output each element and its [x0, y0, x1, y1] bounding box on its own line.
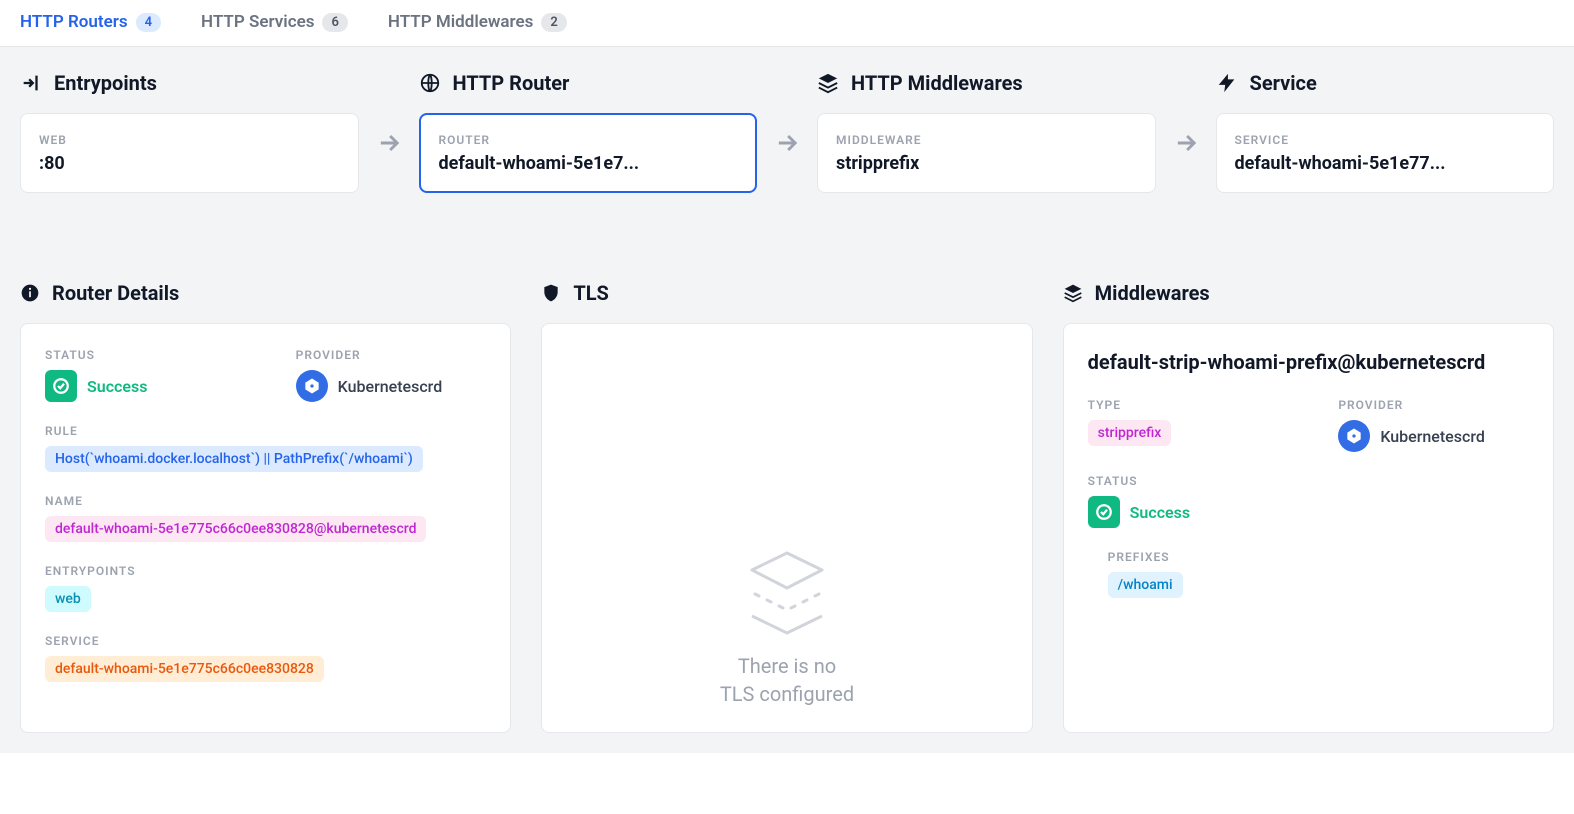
provider-row: Kubernetescrd [296, 370, 487, 402]
card-label: ROUTER [439, 133, 738, 147]
entrypoints-header: Entrypoints [20, 71, 359, 95]
middleware-card[interactable]: MIDDLEWARE stripprefix [817, 113, 1156, 193]
empty-layers-icon [737, 548, 837, 638]
shield-icon [541, 283, 561, 303]
entrypoints-label: ENTRYPOINTS [45, 564, 486, 578]
tls-panel: There is no TLS configured [541, 323, 1032, 733]
status-row: Success [45, 370, 236, 402]
info-icon [20, 283, 40, 303]
status-row: Success [1088, 496, 1529, 528]
provider-row: Kubernetescrd [1338, 420, 1529, 452]
prefixes-label: PREFIXES [1108, 550, 1529, 564]
tab-count: 6 [322, 13, 347, 32]
tls-section: TLS There is no TLS configured [541, 281, 1032, 733]
tls-empty-line1: There is no [720, 652, 854, 680]
tab-http-middlewares[interactable]: HTTP Middlewares 2 [388, 12, 567, 32]
card-label: SERVICE [1235, 133, 1536, 147]
tab-label: HTTP Routers [20, 12, 128, 32]
kubernetes-icon [296, 370, 328, 402]
flow-arrow [1156, 71, 1216, 157]
tls-empty-state: There is no TLS configured [566, 348, 1007, 708]
card-value: default-whoami-5e1e7... [439, 153, 738, 174]
entrypoints-title: Entrypoints [54, 71, 157, 95]
middlewares-panel: default-strip-whoami-prefix@kubernetescr… [1063, 323, 1554, 733]
entrypoint-chip: web [45, 586, 91, 612]
flow-panel: Entrypoints WEB :80 HTTP Router ROUTER d… [0, 47, 1574, 241]
router-card[interactable]: ROUTER default-whoami-5e1e7... [419, 113, 758, 193]
status-text: Success [87, 377, 147, 396]
tab-count: 4 [136, 13, 161, 32]
bolt-icon [1216, 72, 1238, 94]
name-chip: default-whoami-5e1e775c66c0ee830828@kube… [45, 516, 426, 542]
card-label: MIDDLEWARE [836, 133, 1137, 147]
name-label: NAME [45, 494, 486, 508]
card-value: :80 [39, 153, 340, 174]
section-title: Middlewares [1095, 281, 1210, 305]
arrow-right-icon [773, 129, 801, 157]
section-title: TLS [573, 281, 609, 305]
router-details-header: Router Details [20, 281, 511, 305]
kubernetes-icon [1338, 420, 1370, 452]
details-grid: Router Details STATUS Success PROVIDER [0, 241, 1574, 753]
router-details-panel: STATUS Success PROVIDER Kubernete [20, 323, 511, 733]
layers-icon [1063, 283, 1083, 303]
globe-icon [419, 72, 441, 94]
router-header: HTTP Router [419, 71, 758, 95]
provider-label: PROVIDER [1338, 398, 1529, 412]
success-icon [1088, 496, 1120, 528]
middlewares-header: Middlewares [1063, 281, 1554, 305]
card-value: stripprefix [836, 153, 1137, 174]
status-label: STATUS [45, 348, 236, 362]
router-title: HTTP Router [453, 71, 570, 95]
type-chip: stripprefix [1088, 420, 1172, 446]
tls-header: TLS [541, 281, 1032, 305]
service-header: Service [1216, 71, 1555, 95]
provider-text: Kubernetescrd [1380, 427, 1485, 446]
entrypoint-icon [20, 72, 42, 94]
arrow-right-icon [375, 129, 403, 157]
card-value: default-whoami-5e1e77... [1235, 153, 1536, 174]
provider-label: PROVIDER [296, 348, 487, 362]
middleware-name: default-strip-whoami-prefix@kubernetescr… [1088, 348, 1529, 376]
flow-arrow [757, 71, 817, 157]
tab-count: 2 [541, 13, 566, 32]
rule-label: RULE [45, 424, 486, 438]
section-title: Router Details [52, 281, 179, 305]
status-label: STATUS [1088, 474, 1529, 488]
service-label: SERVICE [45, 634, 486, 648]
prefix-chip: /whoami [1108, 572, 1183, 598]
flow-col-service: Service SERVICE default-whoami-5e1e77... [1216, 71, 1555, 193]
middlewares-header: HTTP Middlewares [817, 71, 1156, 95]
middlewares-title: HTTP Middlewares [851, 71, 1023, 95]
tab-label: HTTP Services [201, 12, 314, 32]
tab-http-routers[interactable]: HTTP Routers 4 [20, 12, 161, 32]
tabs-bar: HTTP Routers 4 HTTP Services 6 HTTP Midd… [0, 0, 1574, 47]
flow-arrow [359, 71, 419, 157]
flow-col-entrypoints: Entrypoints WEB :80 [20, 71, 359, 193]
layers-icon [817, 72, 839, 94]
success-icon [45, 370, 77, 402]
card-label: WEB [39, 133, 340, 147]
rule-chip: Host(`whoami.docker.localhost`) || PathP… [45, 446, 423, 472]
service-title: Service [1250, 71, 1317, 95]
tab-label: HTTP Middlewares [388, 12, 534, 32]
tab-http-services[interactable]: HTTP Services 6 [201, 12, 348, 32]
tls-empty-text: There is no TLS configured [720, 652, 854, 708]
arrow-right-icon [1172, 129, 1200, 157]
flow-col-router: HTTP Router ROUTER default-whoami-5e1e7.… [419, 71, 758, 193]
middlewares-section: Middlewares default-strip-whoami-prefix@… [1063, 281, 1554, 733]
flow-col-middlewares: HTTP Middlewares MIDDLEWARE stripprefix [817, 71, 1156, 193]
type-label: TYPE [1088, 398, 1279, 412]
service-chip[interactable]: default-whoami-5e1e775c66c0ee830828 [45, 656, 324, 682]
tls-empty-line2: TLS configured [720, 680, 854, 708]
status-text: Success [1130, 503, 1190, 522]
provider-text: Kubernetescrd [338, 377, 443, 396]
router-details-section: Router Details STATUS Success PROVIDER [20, 281, 511, 733]
entrypoint-card[interactable]: WEB :80 [20, 113, 359, 193]
service-card[interactable]: SERVICE default-whoami-5e1e77... [1216, 113, 1555, 193]
